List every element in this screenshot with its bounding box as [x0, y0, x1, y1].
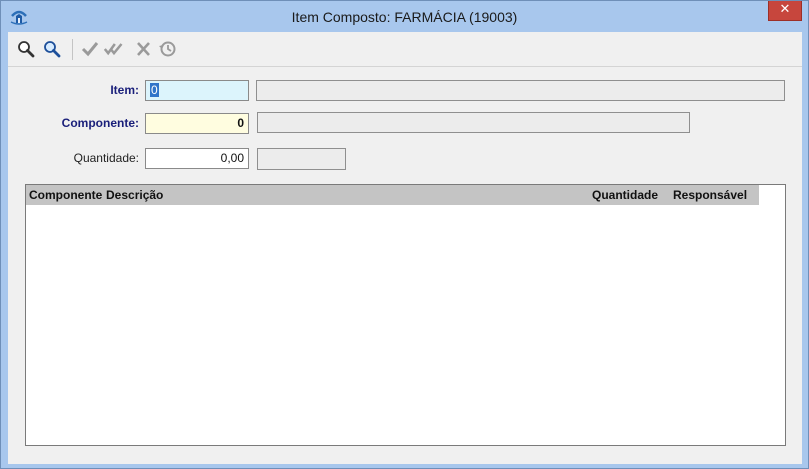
- toolbar: [8, 32, 802, 67]
- toolbar-separator: [72, 39, 73, 60]
- column-header-descricao[interactable]: Descrição: [106, 188, 163, 202]
- confirm-icon[interactable]: [80, 40, 100, 58]
- components-table[interactable]: Componente Descrição Quantidade Responsá…: [25, 184, 786, 446]
- app-window: Item Composto: FARMÁCIA (19003) ✕ Item: …: [0, 0, 809, 469]
- confirm-all-icon[interactable]: [104, 40, 124, 58]
- window-title: Item Composto: FARMÁCIA (19003): [291, 9, 518, 25]
- search-icon[interactable]: [16, 40, 36, 58]
- title-bar[interactable]: Item Composto: FARMÁCIA (19003) ✕: [1, 1, 808, 32]
- quantidade-label: Quantidade:: [73, 151, 139, 165]
- column-header-quantidade[interactable]: Quantidade: [592, 188, 658, 202]
- history-icon[interactable]: [158, 40, 178, 58]
- column-header-responsavel[interactable]: Responsável: [673, 188, 747, 202]
- quantidade-unit-field: [257, 148, 346, 170]
- close-icon: ✕: [779, 2, 791, 17]
- table-header: Componente Descrição Quantidade Responsá…: [26, 185, 759, 205]
- item-description-field: [256, 80, 785, 101]
- close-button[interactable]: ✕: [768, 1, 802, 21]
- cancel-icon[interactable]: [134, 40, 154, 58]
- column-header-componente[interactable]: Componente: [29, 188, 102, 202]
- item-code-value: 0: [150, 83, 159, 97]
- search-next-icon[interactable]: [42, 40, 62, 58]
- componente-description-field: [257, 112, 690, 133]
- quantidade-input[interactable]: 0,00: [145, 148, 249, 169]
- componente-label: Componente:: [61, 116, 139, 130]
- item-label: Item:: [110, 83, 139, 97]
- item-code-input[interactable]: 0: [145, 80, 249, 101]
- form-area: Item: 0 Componente: 0 Quantidade: 0,00 C…: [8, 32, 802, 464]
- componente-code-input[interactable]: 0: [145, 113, 249, 134]
